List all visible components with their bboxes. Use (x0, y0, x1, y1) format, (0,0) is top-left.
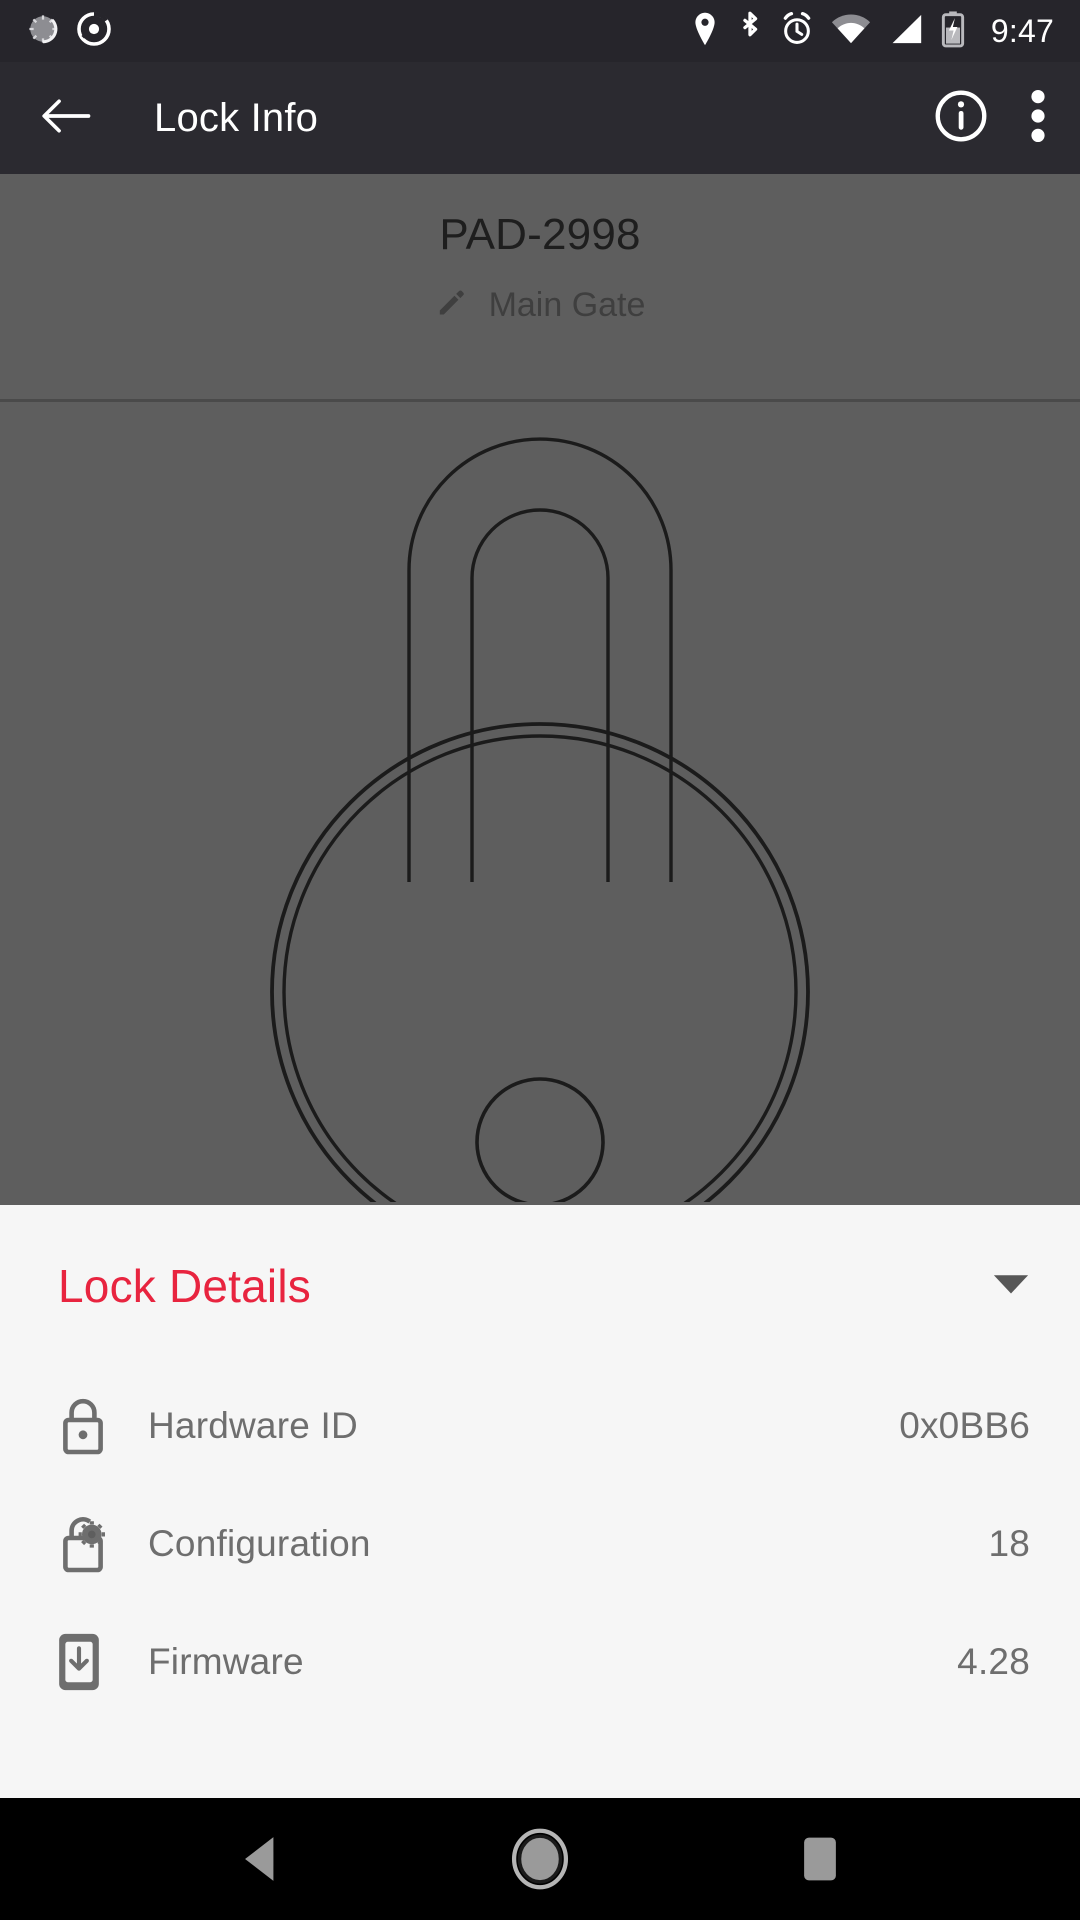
row-value: 18 (988, 1523, 1030, 1564)
alarm-clock-icon (780, 11, 814, 52)
nav-back-icon[interactable] (195, 1798, 325, 1920)
status-bar-right-icons: 9:47 (690, 10, 1054, 53)
row-value: 4.28 (957, 1641, 1030, 1682)
table-row[interactable]: Firmware 4.28 (0, 1603, 1080, 1721)
cellular-signal-icon (888, 13, 924, 50)
battery-charging-icon (941, 10, 965, 53)
row-label: Hardware ID (148, 1405, 358, 1446)
lock-location-edit[interactable]: Main Gate (435, 286, 646, 325)
wifi-icon (831, 13, 871, 50)
lock-header: PAD-2998 Main Gate (0, 174, 1080, 402)
row-label: Configuration (148, 1523, 371, 1564)
row-label: Firmware (148, 1641, 304, 1682)
location-pin-icon (690, 11, 720, 52)
page-title: Lock Info (154, 95, 319, 140)
nav-recents-icon[interactable] (755, 1798, 885, 1920)
lock-details-header[interactable]: Lock Details (0, 1205, 1080, 1367)
sync-spinner-icon (26, 12, 60, 51)
lock-location-label: Main Gate (488, 286, 646, 324)
table-row[interactable]: Configuration 18 (0, 1485, 1080, 1603)
padlock-outline-illustration (0, 402, 1080, 1205)
table-row[interactable]: Hardware ID 0x0BB6 (0, 1367, 1080, 1485)
arrow-back-icon[interactable] (40, 94, 92, 143)
app-bar-actions (934, 88, 1046, 149)
lock-hero-section: PAD-2998 Main Gate (0, 174, 1080, 1205)
nav-home-icon[interactable] (475, 1798, 605, 1920)
info-circle-icon[interactable] (934, 89, 988, 148)
padlock-icon (56, 1396, 124, 1456)
bluetooth-icon (737, 10, 763, 53)
pencil-edit-icon (435, 287, 467, 324)
lock-gear-icon (56, 1514, 124, 1574)
status-bar-left-icons (26, 11, 112, 52)
more-vert-icon[interactable] (1030, 88, 1046, 149)
lock-name: PAD-2998 (439, 210, 641, 259)
lock-details-panel: Lock Details Hardware ID 0x0BB6 Configur… (0, 1205, 1080, 1798)
row-value: 0x0BB6 (899, 1405, 1030, 1446)
firmware-chip-icon (56, 1631, 124, 1693)
app-bar: Lock Info (0, 62, 1080, 174)
android-nav-bar (0, 1798, 1080, 1920)
status-bar-clock: 9:47 (990, 13, 1054, 49)
compass-icon (76, 11, 112, 52)
status-bar: 9:47 (0, 0, 1080, 62)
chevron-down-icon[interactable] (992, 1272, 1030, 1301)
section-title: Lock Details (58, 1260, 311, 1312)
